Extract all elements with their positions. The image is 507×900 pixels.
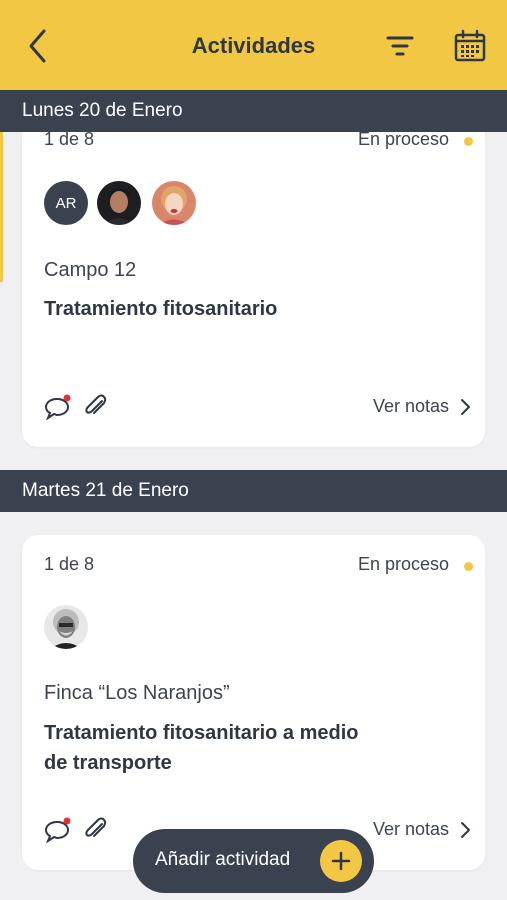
chevron-right-icon xyxy=(461,398,470,415)
attachment-button[interactable] xyxy=(82,393,110,421)
status-label: En proceso xyxy=(357,129,449,149)
activity-title-line: Tratamiento fitosanitario a medio xyxy=(44,722,359,744)
add-activity-button[interactable]: Añadir actividad xyxy=(133,829,374,893)
activity-title-line: de transporte xyxy=(44,752,172,774)
app-header: Actividades xyxy=(0,0,507,90)
date-label: Lunes 20 de Enero xyxy=(22,100,183,121)
status-label: En proceso xyxy=(357,554,449,574)
activity-location: Campo 12 xyxy=(44,259,137,281)
view-notes-label: Ver notas xyxy=(372,819,449,839)
page-title: Actividades xyxy=(191,33,316,58)
date-header: Lunes 20 de Enero xyxy=(0,90,507,132)
activity-title: Tratamiento fitosanitario a medio de tra… xyxy=(44,718,359,778)
filter-icon xyxy=(386,36,414,56)
user-photo-icon xyxy=(97,181,141,225)
chevron-right-icon xyxy=(461,821,470,838)
avatar[interactable] xyxy=(97,181,141,225)
activity-location: Finca “Los Naranjos” xyxy=(44,682,230,704)
comments-button[interactable] xyxy=(44,394,72,421)
view-notes-label: Ver notas xyxy=(372,396,449,416)
view-notes-link[interactable]: Ver notas xyxy=(373,819,471,840)
activity-count: 1 de 8 xyxy=(44,554,95,574)
activity-card[interactable]: 1 de 8 En proceso Finca “Los Naranjos” T… xyxy=(22,535,485,870)
filter-button[interactable] xyxy=(385,32,415,60)
activity-count: 1 de 8 xyxy=(44,129,95,149)
avatar[interactable]: AR xyxy=(44,181,88,225)
plus-icon xyxy=(320,840,362,882)
attachment-button[interactable] xyxy=(82,816,110,844)
calendar-button[interactable] xyxy=(453,29,487,63)
avatar-initials: AR xyxy=(55,194,77,212)
view-notes-link[interactable]: Ver notas xyxy=(373,396,471,417)
date-label: Martes 21 de Enero xyxy=(22,480,189,501)
status-dot xyxy=(464,137,473,146)
timeline-accent xyxy=(0,132,3,282)
status-dot xyxy=(464,562,473,571)
paperclip-icon xyxy=(85,394,107,414)
avatar[interactable] xyxy=(152,181,196,225)
add-activity-label: Añadir actividad xyxy=(155,849,291,870)
comment-icon xyxy=(44,817,71,844)
date-header: Martes 21 de Enero xyxy=(0,470,507,512)
user-photo-icon xyxy=(44,605,88,649)
activity-title: Tratamiento fitosanitario xyxy=(44,298,278,320)
comment-icon xyxy=(44,394,71,421)
paperclip-icon xyxy=(85,817,107,837)
comments-button[interactable] xyxy=(44,817,72,844)
user-photo-icon xyxy=(152,181,196,225)
calendar-icon xyxy=(454,29,486,62)
activity-card[interactable]: 1 de 8 En proceso AR Campo 12 Tratamient… xyxy=(22,110,485,447)
avatar[interactable] xyxy=(44,605,88,649)
